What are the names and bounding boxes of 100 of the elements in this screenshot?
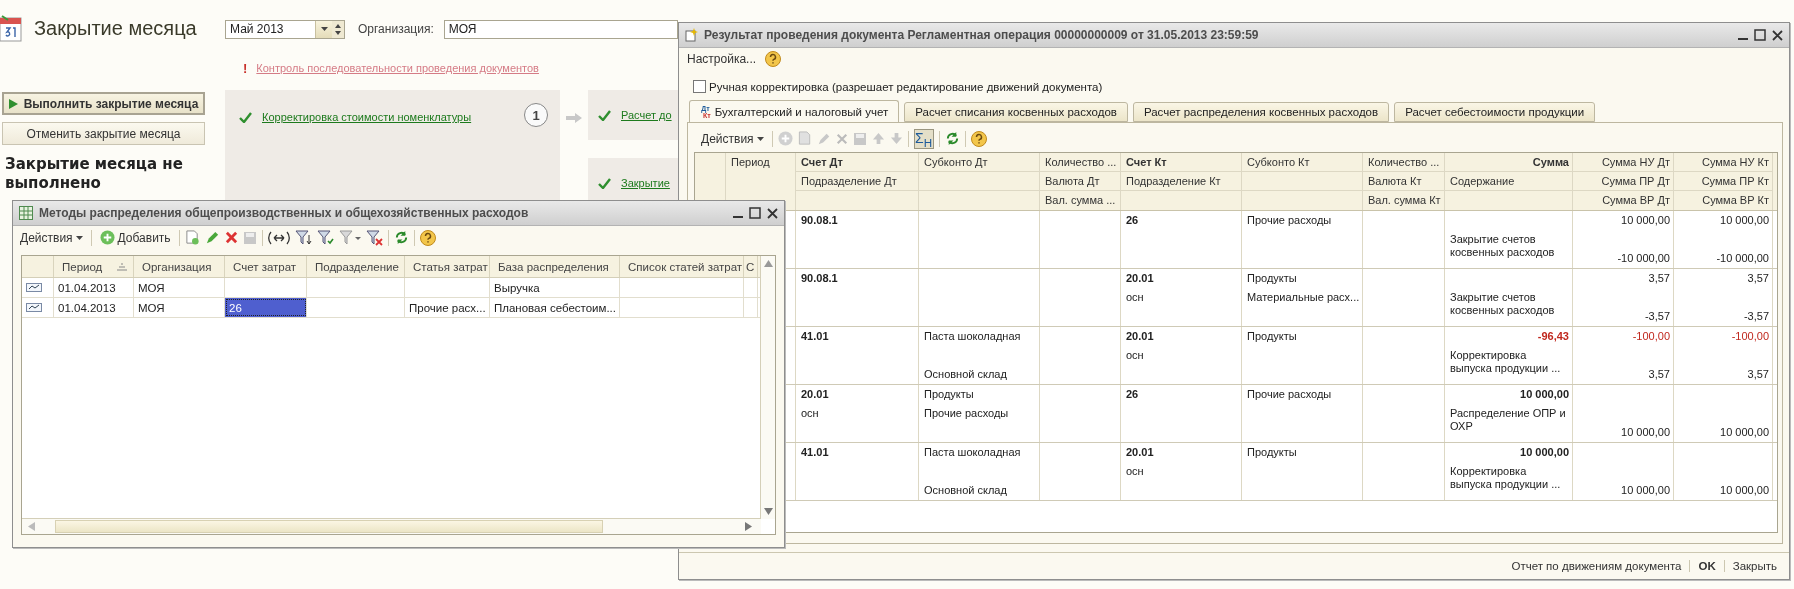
period-field[interactable]: Май 2013 [225, 19, 345, 39]
copy-icon[interactable] [184, 230, 200, 245]
actions-menu[interactable]: Действия [17, 229, 86, 246]
cancel-button[interactable]: Отменить закрытие месяца [2, 122, 205, 145]
column-header: Сумма ВР Кт [1702, 194, 1769, 207]
column-header: Сумма [1532, 155, 1569, 169]
table-cell: 3,57 [1648, 272, 1670, 285]
filter-icon[interactable] [316, 229, 334, 246]
close-button[interactable]: Закрыть [1723, 560, 1785, 572]
organization-field[interactable]: МОЯ [443, 19, 678, 39]
ok-button[interactable]: OK [1689, 560, 1724, 572]
table-cell: -10 000,00 [1617, 252, 1670, 265]
table-cell: 20.01 [1126, 330, 1154, 343]
table-cell: Паста шоколадная [924, 330, 1021, 343]
table-cell: 01.04.2013 [54, 298, 134, 317]
table-cell: осн [801, 407, 819, 420]
help-icon[interactable] [970, 130, 987, 147]
step-link[interactable]: Расчет до [621, 109, 672, 121]
add-button[interactable]: Добавить [96, 229, 174, 246]
filter-icon[interactable] [294, 229, 312, 246]
scroll-right-icon[interactable] [745, 522, 752, 531]
help-icon[interactable] [765, 51, 782, 67]
scroll-thumb[interactable] [55, 520, 603, 533]
caret-icon [756, 136, 764, 141]
table-cell: -3,57 [1743, 310, 1769, 323]
step-link[interactable]: Корректировка стоимости номенклатуры [262, 111, 472, 123]
checkbox[interactable] [693, 80, 706, 93]
table-cell-text: Корректировка выпуска продукции ... [1450, 465, 1562, 491]
table-cell: Основной склад [924, 484, 1007, 497]
column-header[interactable]: Список статей затрат [628, 260, 743, 273]
table-cell: Продукты [1247, 446, 1297, 459]
table-cell: 26 [1126, 214, 1139, 227]
table-cell: Плановая себестоим... [490, 298, 620, 317]
table-cell: -100,00 [1731, 330, 1769, 343]
scroll-down-icon[interactable] [763, 508, 773, 515]
scroll-up-icon[interactable] [763, 260, 773, 267]
table-icon [19, 206, 33, 220]
refresh-icon[interactable] [944, 131, 960, 146]
column-header: Период [731, 156, 770, 169]
table-cell: Прочие расходы [924, 407, 1009, 420]
column-header: Счет Кт [1126, 155, 1167, 169]
close-icon[interactable] [1772, 29, 1783, 41]
help-icon[interactable] [419, 229, 436, 246]
table-cell: -10 000,00 [1716, 252, 1769, 265]
totals-button[interactable]: Σ$_{Н}$ [913, 128, 934, 149]
organization-label: Организация: [358, 22, 434, 36]
column-header: Вал. сумма Кт [1368, 194, 1441, 207]
table-cell: Прочие расходы [1247, 388, 1332, 401]
report-button[interactable]: Отчет по движениям документа [1503, 560, 1690, 572]
record-icon [26, 303, 42, 312]
pencil-icon[interactable] [204, 230, 220, 245]
table-cell: 90.08.1 [801, 214, 838, 227]
warning-mark: ! [243, 60, 248, 76]
tab[interactable]: Расчет себестоимости продукции [1394, 102, 1596, 122]
table-cell: -96,43 [1537, 330, 1569, 343]
column-header: Валюта Дт [1045, 174, 1100, 188]
column-header[interactable]: Статья затрат [413, 260, 488, 273]
column-header[interactable]: Период [62, 260, 103, 273]
table-cell: 10 000,00 [1720, 484, 1769, 497]
table-cell: Материальные расх... [1247, 291, 1360, 304]
table-cell: 10 000,00 [1621, 484, 1670, 497]
document-icon [685, 28, 698, 42]
caret-icon [320, 27, 328, 31]
column-header: Валюта Кт [1368, 174, 1422, 188]
maximize-icon[interactable] [749, 207, 761, 219]
table-cell: МОЯ [134, 278, 225, 297]
actions-menu[interactable]: Действия [698, 130, 767, 147]
clear-filter-icon[interactable] [365, 229, 383, 246]
column-header: Количество ... [1368, 155, 1440, 169]
table-cell-text: Корректировка выпуска продукции ... [1450, 349, 1562, 375]
run-button[interactable]: Выполнить закрытие месяца [2, 92, 205, 115]
table-cell-text: Распределение ОПР и ОХР [1450, 407, 1567, 433]
interval-icon[interactable] [267, 230, 290, 245]
column-header: Сумма ПР Дт [1601, 174, 1670, 188]
table-cell: 41.01 [801, 330, 829, 343]
table-cell: осн [1126, 291, 1144, 304]
step-link[interactable]: Закрытие [621, 177, 670, 189]
refresh-icon[interactable] [393, 230, 409, 245]
table-cell: осн [1126, 465, 1144, 478]
delete-icon[interactable] [224, 231, 238, 244]
filter-icon[interactable] [338, 229, 361, 246]
maximize-icon[interactable] [1754, 29, 1766, 41]
spin-icon[interactable] [332, 20, 344, 38]
column-header: Количество ... [1045, 155, 1117, 169]
settings-menu[interactable]: Настройка... [684, 51, 760, 67]
column-header[interactable]: Организация [142, 260, 212, 273]
table-cell-text: Закрытие счетов косвенных расходов [1450, 233, 1556, 259]
tab[interactable]: Расчет распределения косвенных расходов [1132, 102, 1390, 122]
close-icon[interactable] [767, 207, 778, 219]
table-cell: 10 000,00 [1520, 388, 1569, 401]
checkbox-label: Ручная корректировка (разрешает редактирование движений документа) [709, 80, 1103, 93]
column-header[interactable]: Счет затрат [233, 260, 297, 273]
tab[interactable]: Расчет списания косвенных расходов [904, 102, 1128, 122]
column-header[interactable]: С [746, 260, 755, 273]
record-icon [26, 283, 42, 292]
column-header[interactable]: Подразделение [315, 260, 399, 273]
window-title: Результат проведения документа Регламентная операция 00000000009 от 31.05.2013 23:59:59 [704, 28, 1260, 42]
table-cell: Выручка [490, 278, 620, 297]
table-cell: 20.01 [1126, 446, 1154, 459]
column-header[interactable]: База распределения [498, 260, 609, 273]
